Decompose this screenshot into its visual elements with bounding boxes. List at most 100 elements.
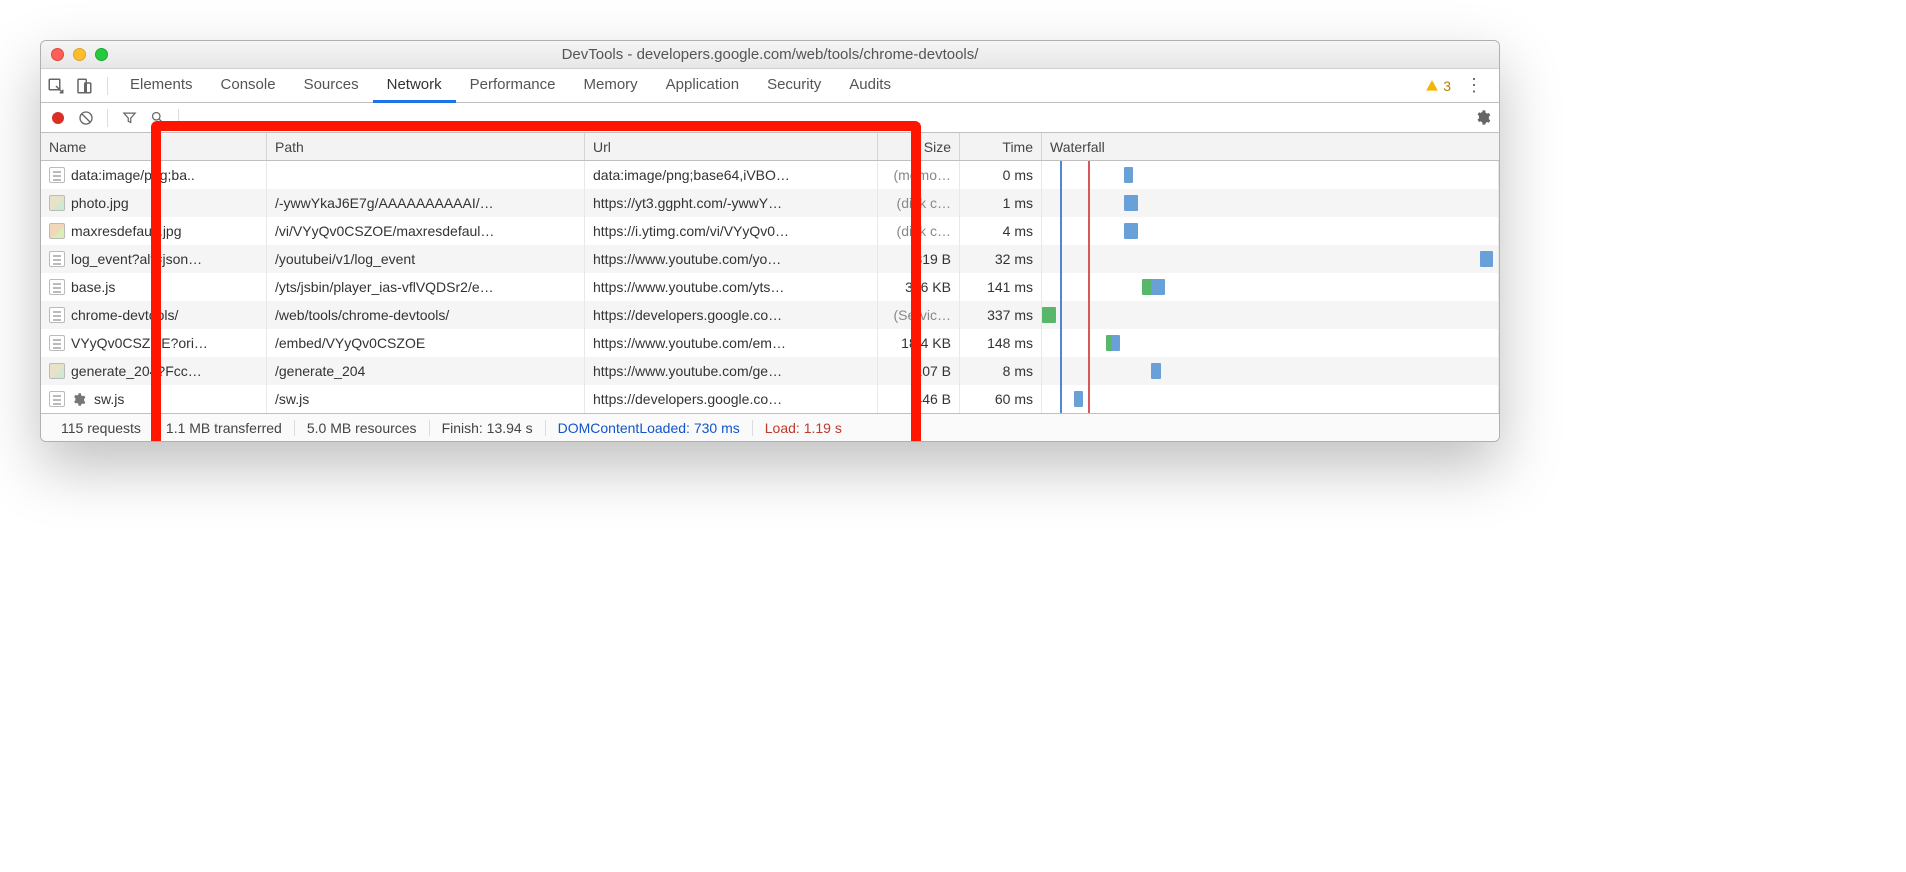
table-row[interactable]: chrome-devtools//web/tools/chrome-devtoo…	[41, 301, 1499, 329]
waterfall-bar	[1480, 251, 1494, 267]
tab-security[interactable]: Security	[753, 69, 835, 103]
cell-size: 819 B	[878, 245, 960, 273]
file-icon	[49, 167, 65, 183]
cell-path: /embed/VYyQv0CSZOE	[267, 329, 585, 357]
cell-time: 8 ms	[960, 357, 1042, 385]
column-header-size[interactable]: Size	[878, 133, 960, 160]
cell-size: 107 B	[878, 357, 960, 385]
window-title: DevTools - developers.google.com/web/too…	[41, 46, 1499, 63]
filter-icon	[122, 110, 137, 125]
waterfall-bar	[1142, 279, 1165, 295]
cell-name: generate_204?Fcc…	[41, 357, 267, 385]
status-load: Load: 1.19 s	[753, 420, 854, 436]
clear-button[interactable]	[75, 107, 97, 129]
record-button[interactable]	[47, 107, 69, 129]
file-name: log_event?alt=json…	[71, 251, 202, 267]
waterfall-bar	[1074, 391, 1083, 407]
column-header-url[interactable]: Url	[585, 133, 878, 160]
titlebar: DevTools - developers.google.com/web/too…	[41, 41, 1499, 69]
cell-waterfall	[1042, 273, 1499, 301]
network-table-header: Name Path Url Size Time Waterfall	[41, 133, 1499, 161]
settings-button[interactable]	[1471, 107, 1493, 129]
cell-size: (Servic…	[878, 301, 960, 329]
inspect-icon[interactable]	[47, 77, 65, 95]
cell-url: https://developers.google.co…	[585, 301, 878, 329]
column-header-waterfall[interactable]: Waterfall	[1042, 133, 1499, 160]
network-toolbar	[41, 103, 1499, 133]
minimize-window-button[interactable]	[73, 48, 86, 61]
maximize-window-button[interactable]	[95, 48, 108, 61]
table-row[interactable]: maxresdefault.jpg/vi/VYyQv0CSZOE/maxresd…	[41, 217, 1499, 245]
cell-name: base.js	[41, 273, 267, 301]
warnings-badge[interactable]: 3	[1425, 78, 1451, 94]
tab-audits[interactable]: Audits	[835, 69, 905, 103]
cell-waterfall	[1042, 301, 1499, 329]
column-header-path[interactable]: Path	[267, 133, 585, 160]
cell-time: 337 ms	[960, 301, 1042, 329]
devtools-window: DevTools - developers.google.com/web/too…	[40, 40, 1500, 442]
tab-sources[interactable]: Sources	[290, 69, 373, 103]
table-row[interactable]: log_event?alt=json… /youtubei/v1/log_even…	[41, 245, 1499, 273]
table-row[interactable]: sw.js/sw.jshttps://developers.google.co……	[41, 385, 1499, 413]
waterfall-bar	[1106, 335, 1120, 351]
cell-waterfall	[1042, 245, 1499, 273]
table-row[interactable]: generate_204?Fcc…/generate_204https://ww…	[41, 357, 1499, 385]
cell-url: https://yt3.ggpht.com/-ywwY…	[585, 189, 878, 217]
cell-url: https://www.youtube.com/yts…	[585, 273, 878, 301]
file-icon	[49, 251, 65, 267]
cell-path: /youtubei/v1/log_event	[267, 245, 585, 273]
cell-name: photo.jpg	[41, 189, 267, 217]
file-icon	[49, 307, 65, 323]
more-menu-icon[interactable]: ⋮	[1459, 75, 1489, 96]
device-toolbar-icon[interactable]	[75, 77, 93, 95]
table-row[interactable]: photo.jpg/-ywwYkaJ6E7g/AAAAAAAAAAI/…http…	[41, 189, 1499, 217]
status-domcontentloaded: DOMContentLoaded: 730 ms	[546, 420, 753, 436]
status-bar: 115 requests 1.1 MB transferred 5.0 MB r…	[41, 413, 1499, 441]
cell-url: https://www.youtube.com/em…	[585, 329, 878, 357]
tab-memory[interactable]: Memory	[570, 69, 652, 103]
clear-icon	[78, 110, 94, 126]
table-row[interactable]: data:image/png;ba..data:image/png;base64…	[41, 161, 1499, 189]
close-window-button[interactable]	[51, 48, 64, 61]
cell-time: 60 ms	[960, 385, 1042, 413]
status-requests: 115 requests	[49, 420, 154, 436]
cell-time: 148 ms	[960, 329, 1042, 357]
tab-application[interactable]: Application	[652, 69, 753, 103]
file-name: sw.js	[94, 391, 124, 407]
cell-size: 446 B	[878, 385, 960, 413]
status-finish: Finish: 13.94 s	[430, 420, 546, 436]
cell-name: log_event?alt=json…	[41, 245, 267, 273]
filter-button[interactable]	[118, 107, 140, 129]
tab-performance[interactable]: Performance	[456, 69, 570, 103]
cell-name: chrome-devtools/	[41, 301, 267, 329]
waterfall-bar	[1042, 307, 1056, 323]
table-row[interactable]: base.js/yts/jsbin/player_ias-vflVQDSr2/e…	[41, 273, 1499, 301]
cell-waterfall	[1042, 357, 1499, 385]
table-row[interactable]: VYyQv0CSZOE?ori…/embed/VYyQv0CSZOEhttps:…	[41, 329, 1499, 357]
search-button[interactable]	[146, 107, 168, 129]
cell-path: /web/tools/chrome-devtools/	[267, 301, 585, 329]
cell-waterfall	[1042, 329, 1499, 357]
dcl-value: 730 ms	[694, 420, 740, 436]
waterfall-bar	[1124, 195, 1138, 211]
file-name: photo.jpg	[71, 195, 129, 211]
file-icon	[49, 223, 65, 239]
cell-path	[267, 161, 585, 189]
waterfall-bar	[1151, 363, 1160, 379]
cell-time: 32 ms	[960, 245, 1042, 273]
cell-waterfall	[1042, 189, 1499, 217]
tab-network[interactable]: Network	[373, 69, 456, 103]
cell-path: /yts/jsbin/player_ias-vflVQDSr2/e…	[267, 273, 585, 301]
cell-waterfall	[1042, 385, 1499, 413]
column-header-name[interactable]: Name	[41, 133, 267, 160]
tab-elements[interactable]: Elements	[116, 69, 207, 103]
dcl-label: DOMContentLoaded:	[558, 420, 694, 436]
gear-icon	[1474, 109, 1491, 126]
cell-waterfall	[1042, 161, 1499, 189]
tab-console[interactable]: Console	[207, 69, 290, 103]
load-label: Load:	[765, 420, 804, 436]
cell-size: (disk c…	[878, 189, 960, 217]
column-header-time[interactable]: Time	[960, 133, 1042, 160]
file-name: maxresdefault.jpg	[71, 223, 182, 239]
cell-size: (memo…	[878, 161, 960, 189]
